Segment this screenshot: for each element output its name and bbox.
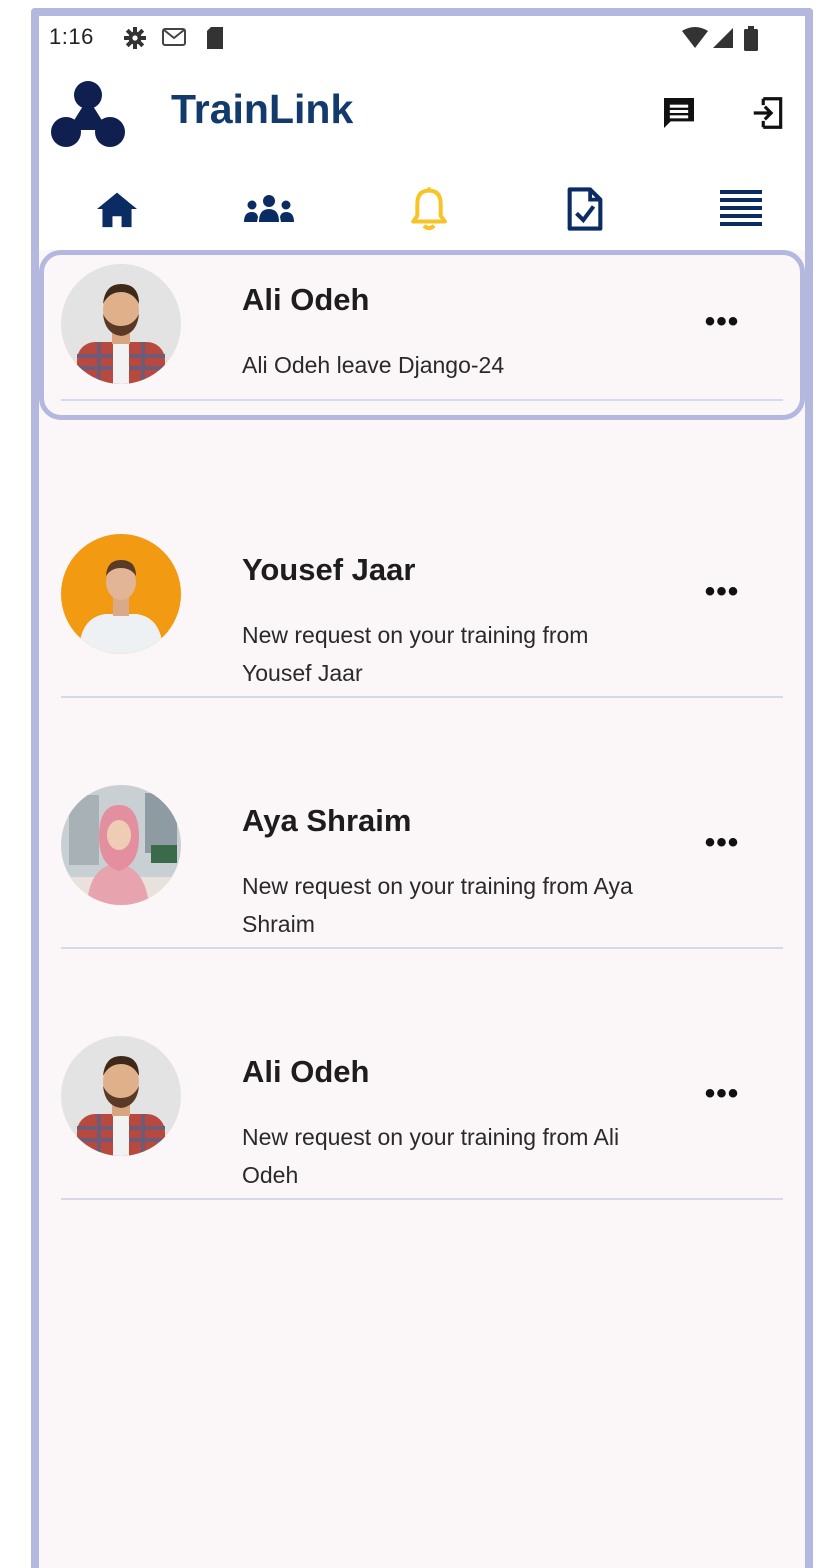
notification-name: Ali Odeh (242, 1054, 370, 1089)
avatar (61, 1036, 181, 1156)
notification-item[interactable]: Ali Odeh New request on your training fr… (39, 1022, 805, 1200)
bell-icon (409, 185, 449, 238)
avatar (61, 264, 181, 384)
menu-lines-icon (719, 188, 763, 235)
notification-message: Ali Odeh leave Django-24 (242, 352, 505, 378)
nav-home[interactable] (87, 184, 147, 238)
logout-icon (749, 94, 787, 137)
notification-name: Yousef Jaar (242, 552, 416, 587)
notification-name: Ali Odeh (242, 282, 370, 317)
more-options-button[interactable]: ••• (697, 572, 747, 612)
divider (61, 399, 783, 401)
gear-icon (123, 26, 147, 55)
battery-icon (743, 26, 759, 57)
divider (61, 947, 783, 949)
wifi-icon (681, 26, 709, 55)
sd-card-icon (205, 26, 225, 55)
home-icon (95, 189, 139, 234)
man-bearded-plaid-avatar (61, 264, 181, 384)
more-options-button[interactable]: ••• (697, 823, 747, 863)
app-title: TrainLink (171, 86, 354, 132)
phone-frame: 1:16 TrainLink Ali Odeh Ali Odeh leave D… (31, 8, 813, 1568)
nav-notifications[interactable] (399, 184, 459, 238)
divider (61, 696, 783, 698)
avatar (61, 534, 181, 654)
man-bearded-plaid-avatar (61, 1036, 181, 1156)
cell-signal-icon (711, 26, 735, 55)
notification-name: Aya Shraim (242, 803, 412, 838)
logout-button[interactable] (745, 92, 791, 138)
notification-message: New request on your training from Aya Sh… (242, 873, 633, 937)
divider (61, 1198, 783, 1200)
app-logo-icon (48, 78, 128, 155)
more-options-button[interactable]: ••• (697, 302, 747, 342)
notification-message: New request on your training from Yousef… (242, 622, 589, 686)
nav-document[interactable] (555, 184, 615, 238)
people-icon (241, 192, 297, 231)
notification-item[interactable]: Yousef Jaar New request on your training… (39, 520, 805, 698)
chat-button[interactable] (656, 92, 702, 138)
status-bar: 1:16 (39, 16, 805, 60)
avatar (61, 785, 181, 905)
nav-people[interactable] (239, 184, 299, 238)
gmail-icon (161, 26, 187, 53)
notification-message: New request on your training from Ali Od… (242, 1124, 620, 1188)
man-white-tshirt-avatar (61, 534, 181, 654)
notification-item-selected[interactable]: Ali Odeh Ali Odeh leave Django-24 ••• (39, 250, 805, 420)
more-options-button[interactable]: ••• (697, 1074, 747, 1114)
nav-menu[interactable] (711, 184, 771, 238)
document-check-icon (566, 186, 604, 237)
chat-icon (659, 93, 699, 138)
woman-hijab-avatar (61, 785, 181, 905)
status-time: 1:16 (49, 24, 94, 49)
notification-item[interactable]: Aya Shraim New request on your training … (39, 771, 805, 949)
